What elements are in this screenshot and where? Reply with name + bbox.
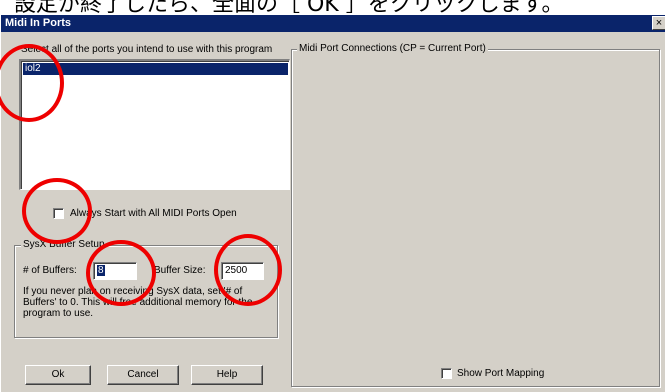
window-title: Midi In Ports xyxy=(5,17,71,29)
always-open-label: Always Start with All MIDI Ports Open xyxy=(70,208,237,219)
buffers-input[interactable]: 8 xyxy=(93,262,137,280)
buffers-value: 8 xyxy=(97,265,105,276)
help-button[interactable]: Help xyxy=(191,365,263,385)
sysx-info-text: If you never plan on receiving SysX data… xyxy=(23,286,253,319)
show-port-mapping-checkbox[interactable] xyxy=(441,368,452,379)
list-item[interactable]: iol2 xyxy=(23,63,288,75)
title-bar[interactable]: Midi In Ports × xyxy=(1,15,665,32)
ok-button[interactable]: Ok xyxy=(25,365,91,385)
buffer-size-input[interactable]: 2500 xyxy=(221,262,264,280)
buffer-size-label: Buffer Size: xyxy=(154,265,206,276)
buffers-label: # of Buffers: xyxy=(23,265,77,276)
ports-listbox[interactable]: iol2 xyxy=(19,59,290,190)
port-connections-groupbox xyxy=(291,49,660,387)
always-open-checkbox[interactable] xyxy=(53,208,64,219)
cancel-button[interactable]: Cancel xyxy=(107,365,179,385)
show-port-mapping-label: Show Port Mapping xyxy=(457,368,545,379)
close-icon: × xyxy=(655,17,663,29)
sysx-group-label: SysX Buffer Setup xyxy=(21,239,107,250)
connections-group-label: Midi Port Connections (CP = Current Port… xyxy=(297,43,488,54)
midi-in-ports-dialog: Midi In Ports × Select all of the ports … xyxy=(0,14,665,392)
ports-label: Select all of the ports you intend to us… xyxy=(21,44,273,55)
close-button[interactable]: × xyxy=(652,16,665,30)
